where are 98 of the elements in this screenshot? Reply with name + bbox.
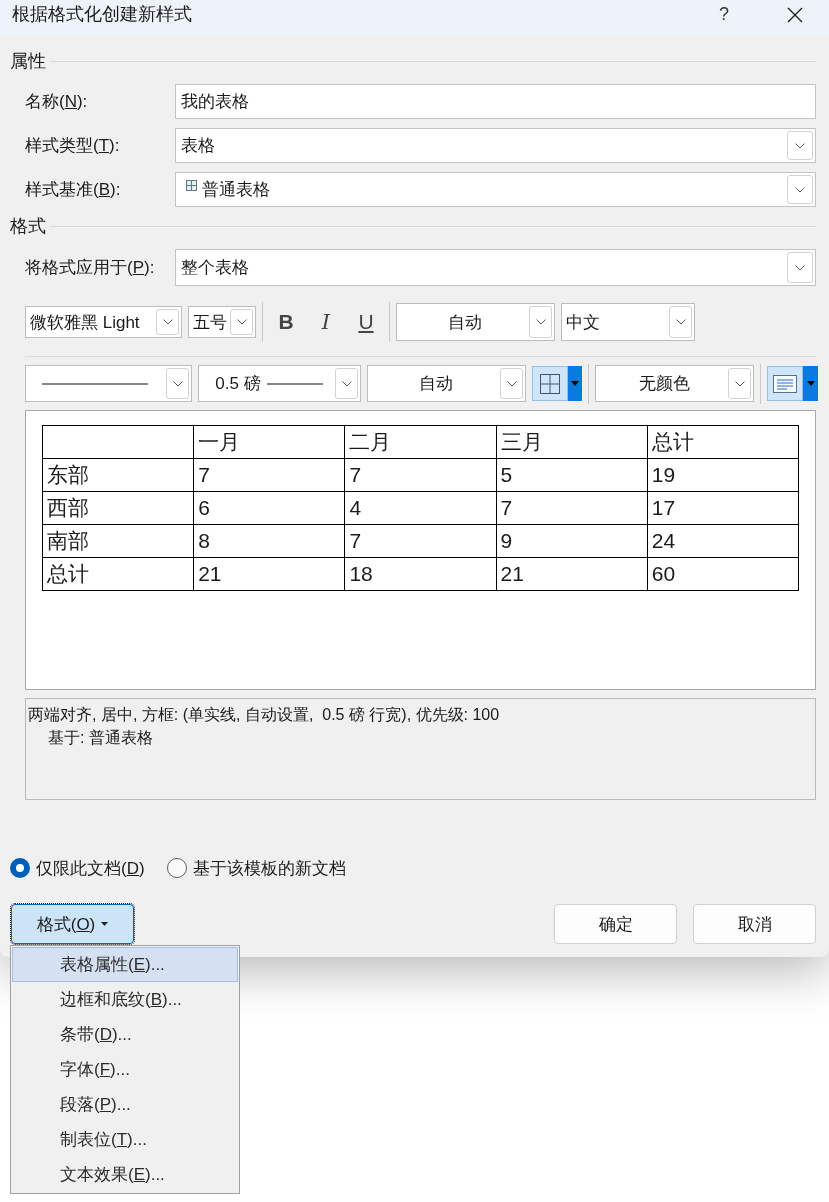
table-cell: 7 bbox=[496, 491, 648, 525]
dropdown-button[interactable] bbox=[787, 131, 813, 160]
dropdown-button[interactable] bbox=[166, 368, 189, 399]
menu-item[interactable]: 字体(F)... bbox=[12, 1052, 238, 1087]
dropdown-button[interactable] bbox=[500, 368, 523, 399]
window-title: 根据格式化创建新样式 bbox=[12, 3, 192, 26]
style-description: 两端对齐, 居中, 方框: (单实线, 自动设置, 0.5 磅 行宽), 优先级: 100 bbox=[28, 705, 500, 725]
dropdown-button[interactable] bbox=[787, 252, 813, 283]
table-header-cell: 三月 bbox=[496, 425, 648, 459]
table-cell: 7 bbox=[344, 524, 497, 558]
chevron-icon bbox=[734, 380, 745, 387]
table-icon bbox=[186, 180, 197, 191]
table-header-cell: 二月 bbox=[344, 425, 497, 459]
based-on-text: 基于: 普通表格 bbox=[48, 728, 153, 748]
field-label: 样式类型(T): bbox=[25, 135, 121, 157]
chevron-icon bbox=[675, 319, 686, 325]
dropdown-button[interactable] bbox=[230, 309, 253, 335]
table-header-cell: 总计 bbox=[647, 425, 799, 459]
bold-button[interactable]: B bbox=[269, 305, 303, 339]
dropdown-arrow-button[interactable] bbox=[803, 366, 818, 401]
text-lines-icon bbox=[773, 374, 797, 393]
caret-icon bbox=[806, 381, 815, 386]
borders-grid-icon bbox=[540, 373, 560, 394]
font-dropdown[interactable]: 微软雅黑 Light bbox=[25, 306, 182, 338]
section-heading: 格式 bbox=[10, 215, 46, 237]
table-cell: 18 bbox=[344, 557, 497, 591]
dropdown-button[interactable] bbox=[529, 306, 552, 338]
table-cell: 4 bbox=[344, 491, 497, 525]
menu-item[interactable]: 表格属性(E)... bbox=[12, 947, 238, 982]
dropdown-button[interactable] bbox=[728, 368, 751, 399]
table-cell: 21 bbox=[496, 557, 648, 591]
dropdown-field[interactable]: 整个表格 bbox=[175, 249, 816, 286]
table-cell: 17 bbox=[647, 491, 799, 525]
dropdown-field[interactable]: 表格 bbox=[175, 128, 816, 163]
row-header-cell: 东部 bbox=[42, 458, 194, 492]
table-cell: 60 bbox=[647, 557, 799, 591]
dropdown-arrow-button[interactable] bbox=[568, 366, 582, 401]
border-color-dropdown[interactable]: 自动 bbox=[367, 365, 526, 402]
row-header-cell: 总计 bbox=[42, 557, 194, 591]
chevron-icon bbox=[172, 380, 183, 387]
row-header-cell: 西部 bbox=[42, 491, 194, 525]
language-dropdown[interactable]: 中文 bbox=[561, 303, 695, 341]
font-size-dropdown[interactable]: 五号 bbox=[188, 306, 256, 338]
help-button[interactable]: ? bbox=[714, 2, 734, 26]
radio-button[interactable] bbox=[10, 858, 30, 878]
dialog-button[interactable]: 确定 bbox=[554, 904, 677, 944]
table-cell: 5 bbox=[496, 458, 648, 492]
font-color-dropdown[interactable]: 自动 bbox=[396, 303, 555, 341]
dropdown-field[interactable]: 普通表格 bbox=[175, 172, 816, 207]
field-label: 将格式应用于(P): bbox=[25, 257, 156, 279]
chevron-icon bbox=[535, 319, 546, 325]
table-cell: 21 bbox=[193, 557, 345, 591]
chevron-icon bbox=[236, 319, 247, 325]
chevron-icon bbox=[162, 319, 173, 325]
text-field[interactable]: 我的表格 bbox=[175, 84, 816, 119]
chevron-icon bbox=[341, 380, 352, 387]
solid-line-icon bbox=[266, 382, 323, 385]
line-width-dropdown[interactable]: 0.5 磅 bbox=[198, 365, 361, 402]
caret-icon bbox=[571, 381, 579, 386]
caret-icon bbox=[101, 922, 109, 926]
underline-button[interactable]: U bbox=[349, 305, 383, 339]
menu-item[interactable]: 制表位(T)... bbox=[12, 1122, 238, 1157]
menu-item[interactable]: 边框和底纹(B)... bbox=[12, 982, 238, 1017]
dropdown-button[interactable] bbox=[156, 309, 179, 335]
menu-item[interactable]: 文本效果(E)... bbox=[12, 1157, 238, 1192]
dropdown-button[interactable] bbox=[787, 175, 813, 204]
chevron-icon bbox=[795, 186, 805, 193]
table-cell: 7 bbox=[193, 458, 345, 492]
menu-item[interactable]: 段落(P)... bbox=[12, 1087, 238, 1122]
table-header-cell: 一月 bbox=[193, 425, 345, 459]
table-cell: 9 bbox=[496, 524, 648, 558]
radio-label[interactable]: 仅限此文档(D) bbox=[36, 856, 145, 880]
menu-item[interactable]: 条带(D)... bbox=[12, 1017, 238, 1052]
close-icon bbox=[787, 7, 803, 23]
table-cell: 24 bbox=[647, 524, 799, 558]
table-cell: 19 bbox=[647, 458, 799, 492]
field-label: 样式基准(B): bbox=[25, 179, 122, 201]
format-menu-button[interactable]: 格式(O) bbox=[11, 904, 134, 944]
field-label: 名称(N): bbox=[25, 91, 89, 113]
radio-label[interactable]: 基于该模板的新文档 bbox=[192, 856, 346, 880]
table-cell: 8 bbox=[193, 524, 345, 558]
line-style-dropdown[interactable] bbox=[25, 365, 192, 402]
section-heading: 属性 bbox=[10, 50, 46, 72]
table-cell: 7 bbox=[344, 458, 497, 492]
chevron-icon bbox=[795, 264, 805, 271]
shading-dropdown[interactable]: 无颜色 bbox=[595, 365, 754, 402]
dropdown-button[interactable] bbox=[669, 306, 692, 338]
row-header-cell: 南部 bbox=[42, 524, 194, 558]
solid-line-icon bbox=[42, 382, 148, 385]
chevron-icon bbox=[795, 142, 805, 149]
italic-button[interactable]: I bbox=[309, 305, 343, 339]
borders-button[interactable] bbox=[532, 366, 568, 401]
alignment-button[interactable] bbox=[767, 366, 803, 401]
chevron-icon bbox=[506, 380, 517, 387]
dropdown-button[interactable] bbox=[335, 368, 358, 399]
dialog-button[interactable]: 取消 bbox=[693, 904, 816, 944]
radio-button[interactable] bbox=[166, 858, 187, 878]
table-cell: 6 bbox=[193, 491, 345, 525]
